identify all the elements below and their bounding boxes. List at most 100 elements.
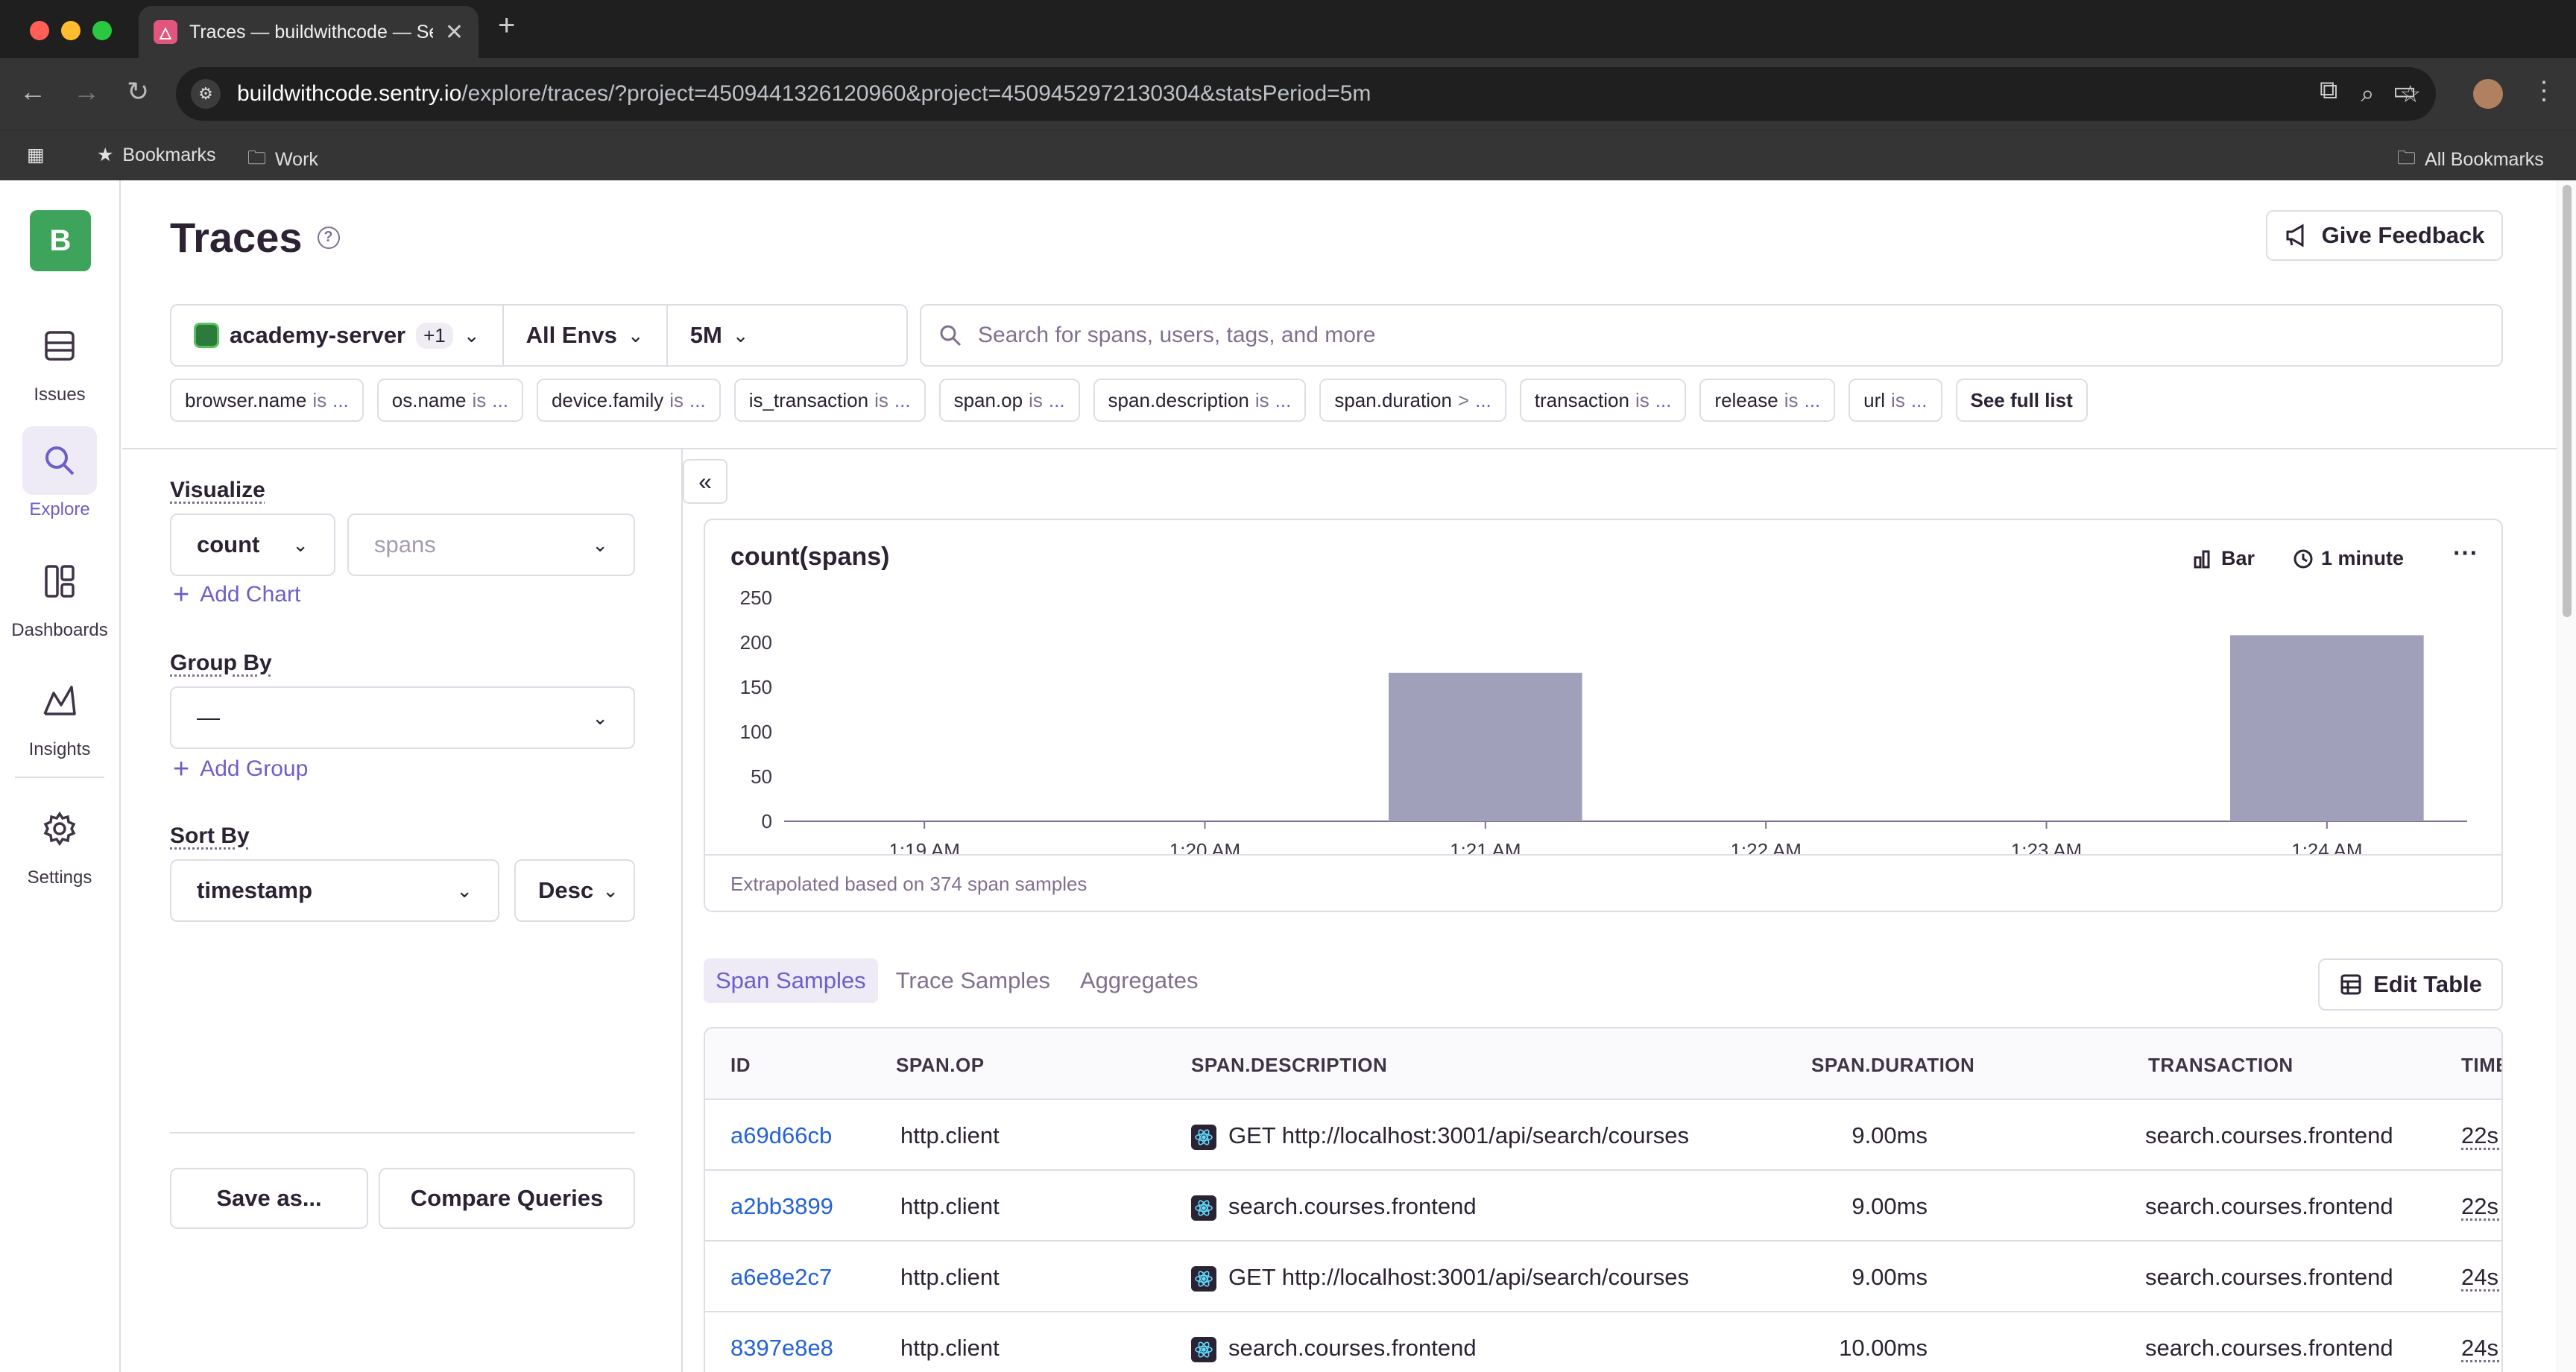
sidebar-item-settings[interactable]: Settings [0, 794, 119, 888]
bookmark-folder-work[interactable]: 🗀 Work [247, 144, 318, 176]
cast-icon[interactable]: ▭ [2393, 76, 2416, 106]
org-avatar[interactable]: B [30, 210, 91, 271]
site-settings-icon[interactable]: ⚙ [191, 79, 221, 109]
folder-icon: 🗀 [247, 144, 266, 176]
column-header-transaction[interactable]: TRANSACTION [2148, 1054, 2294, 1077]
transaction-cell: search.courses.frontend [2145, 1335, 2393, 1362]
column-header-timestamp[interactable]: TIMESTAMP ↓ [2461, 1054, 2503, 1077]
bookmark-folder-bookmarks[interactable]: ★ Bookmarks [97, 144, 215, 166]
sort-field-select[interactable]: timestamp ⌄ [170, 859, 499, 922]
sentry-favicon-icon: △ [154, 20, 177, 44]
chart-type-button[interactable]: Bar [2193, 547, 2255, 570]
all-bookmarks[interactable]: 🗀 All Bookmarks [2397, 144, 2544, 176]
see-full-list-button[interactable]: See full list [1956, 379, 2088, 422]
collapse-panel-icon[interactable]: « [683, 459, 727, 504]
table-row[interactable]: 8397e8e8 http.client search.courses.fron… [705, 1312, 2501, 1372]
give-feedback-button[interactable]: Give Feedback [2266, 210, 2503, 261]
field-select[interactable]: spans ⌄ [347, 513, 635, 576]
sidebar-item-issues[interactable]: Issues [0, 312, 119, 405]
search-input[interactable]: Search for spans, users, tags, and more [920, 304, 2503, 367]
sidebar-item-dashboards[interactable]: Dashboards [0, 547, 119, 641]
add-group-button[interactable]: + Add Group [173, 755, 308, 783]
edit-table-button[interactable]: Edit Table [2318, 958, 2503, 1011]
address-bar[interactable]: ⚙ buildwithcode.sentry.io/explore/traces… [176, 67, 2436, 121]
x-tick-label: 1:24 AM [2291, 839, 2362, 856]
group-by-select[interactable]: — ⌄ [170, 686, 635, 749]
table-row[interactable]: a6e8e2c7 http.client GET http://localhos… [705, 1242, 2501, 1312]
minimize-window-button[interactable] [61, 21, 80, 40]
filter-chip[interactable]: url is... [1849, 379, 1942, 422]
environment-selector[interactable]: All Envs ⌄ [504, 306, 668, 365]
close-window-button[interactable] [30, 21, 49, 40]
sort-order-select[interactable]: Desc ⌄ [514, 859, 635, 922]
filter-chip[interactable]: os.name is... [377, 379, 523, 422]
filter-chip[interactable]: is_transaction is... [734, 379, 926, 422]
megaphone-icon [2285, 223, 2310, 248]
more-options-icon[interactable]: ⋯ [2452, 538, 2478, 568]
save-as-button[interactable]: Save as... [170, 1168, 368, 1229]
reload-icon[interactable]: ↻ [127, 76, 149, 107]
table-row[interactable]: a69d66cb http.client GET http://localhos… [705, 1100, 2501, 1171]
chart-bar [1389, 673, 1582, 821]
span-op-cell: http.client [900, 1193, 1000, 1220]
column-header-span-description[interactable]: SPAN.DESCRIPTION [1191, 1054, 1387, 1077]
help-icon[interactable]: ? [318, 227, 340, 249]
tab-trace-samples[interactable]: Trace Samples [884, 958, 1062, 1003]
transaction-cell: search.courses.frontend [2145, 1193, 2393, 1220]
aggregate-select[interactable]: count ⌄ [170, 513, 335, 576]
tab-span-samples[interactable]: Span Samples [704, 958, 878, 1003]
plus-icon: + [173, 755, 189, 783]
page-scrollbar[interactable] [2557, 180, 2576, 1372]
sidebar: B Issues Explore Dashboards Insights Set… [0, 180, 121, 1372]
span-op-cell: http.client [900, 1335, 1000, 1362]
filter-chip[interactable]: span.description is... [1093, 379, 1307, 422]
browser-tab[interactable]: △ Traces — buildwithcode — Se ✕ [139, 6, 479, 58]
filter-chip[interactable]: device.family is... [537, 379, 721, 422]
span-id-link[interactable]: a69d66cb [730, 1122, 832, 1149]
chart-footer: Extrapolated based on 374 span samples [705, 854, 2501, 912]
add-chart-button[interactable]: + Add Chart [173, 581, 300, 609]
chart-bar [2230, 635, 2424, 821]
url-text[interactable]: buildwithcode.sentry.io/explore/traces/?… [237, 81, 2335, 107]
project-icon [194, 323, 219, 348]
extensions-icon[interactable]: ⧉ [2320, 76, 2337, 105]
close-tab-icon[interactable]: ✕ [445, 19, 464, 45]
browser-toolbar: ← → ↻ ⚙ buildwithcode.sentry.io/explore/… [0, 58, 2576, 130]
column-header-span-duration[interactable]: SPAN.DURATION [1811, 1054, 1974, 1077]
project-count-badge: +1 [416, 323, 453, 349]
filter-chip[interactable]: span.duration >... [1319, 379, 1506, 422]
filter-chip[interactable]: browser.name is... [170, 379, 364, 422]
new-tab-icon[interactable]: + [498, 9, 515, 42]
chart-interval-button[interactable]: 1 minute [2293, 547, 2404, 570]
query-panel: Visualize count ⌄ spans ⌄ + Add Chart Gr… [122, 449, 683, 1372]
span-id-link[interactable]: a6e8e2c7 [730, 1264, 832, 1291]
zoom-window-button[interactable] [92, 21, 112, 40]
sidebar-item-explore[interactable]: Explore [0, 426, 119, 520]
tab-aggregates[interactable]: Aggregates [1068, 958, 1210, 1003]
dashboards-icon [22, 547, 97, 616]
y-tick-label: 200 [740, 631, 772, 654]
filter-chip[interactable]: span.op is... [939, 379, 1080, 422]
span-id-link[interactable]: 8397e8e8 [730, 1335, 833, 1362]
chevron-down-icon: ⌄ [456, 879, 473, 902]
sidebar-item-insights[interactable]: Insights [0, 666, 119, 760]
span-id-link[interactable]: a2bb3899 [730, 1193, 833, 1220]
filter-chip[interactable]: transaction is... [1520, 379, 1687, 422]
date-range-selector[interactable]: 5M ⌄ [668, 306, 771, 365]
column-header-id[interactable]: ID [730, 1054, 751, 1077]
zoom-icon[interactable]: ⌕ [2361, 80, 2374, 108]
menu-dots-icon[interactable]: ⋮ [2531, 76, 2557, 106]
search-icon [939, 324, 962, 347]
x-tick-label: 1:20 AM [1169, 839, 1240, 856]
column-header-span-op[interactable]: SPAN.OP [896, 1054, 985, 1077]
compare-queries-button[interactable]: Compare Queries [379, 1168, 635, 1229]
filter-chip[interactable]: release is... [1699, 379, 1835, 422]
apps-grid-icon[interactable]: ▦ [27, 144, 45, 166]
profile-avatar[interactable] [2473, 79, 2503, 109]
forward-icon[interactable]: → [73, 76, 100, 107]
table-body: a69d66cb http.client GET http://localhos… [705, 1100, 2501, 1372]
table-row[interactable]: a2bb3899 http.client search.courses.fron… [705, 1171, 2501, 1242]
scrollbar-thumb[interactable] [2563, 185, 2572, 617]
project-selector[interactable]: academy-server +1 ⌄ [171, 306, 504, 365]
back-icon[interactable]: ← [19, 76, 46, 107]
